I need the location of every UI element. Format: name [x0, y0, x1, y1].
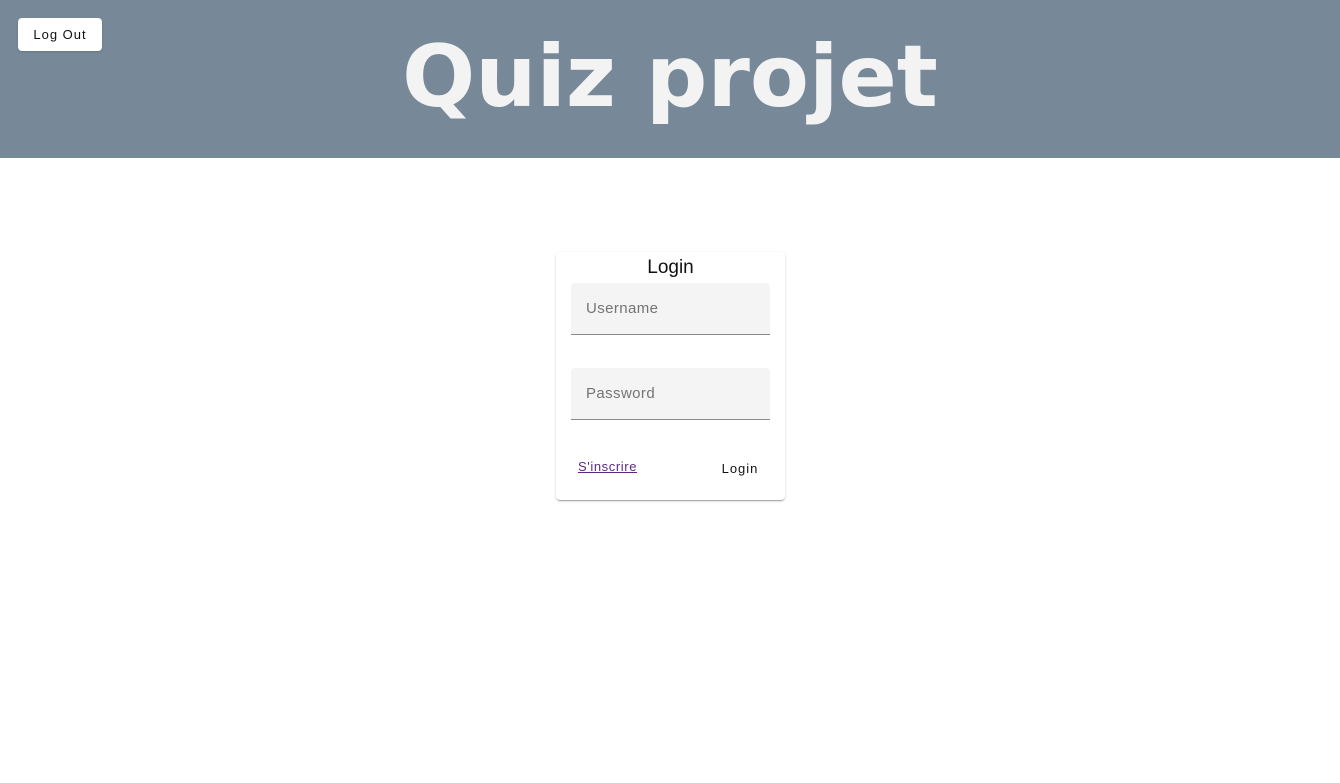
password-field[interactable]: [571, 368, 770, 420]
username-input[interactable]: [571, 283, 770, 334]
password-input[interactable]: [571, 368, 770, 419]
signup-link[interactable]: S'inscrire: [578, 459, 637, 474]
login-title: Login: [647, 257, 694, 278]
login-card: Login S'inscrire Login: [556, 252, 785, 500]
login-button[interactable]: Login: [710, 451, 770, 485]
username-field[interactable]: [571, 283, 770, 335]
site-title: Quiz projet: [402, 27, 938, 127]
app-header: Log Out Quiz projet: [0, 0, 1340, 158]
